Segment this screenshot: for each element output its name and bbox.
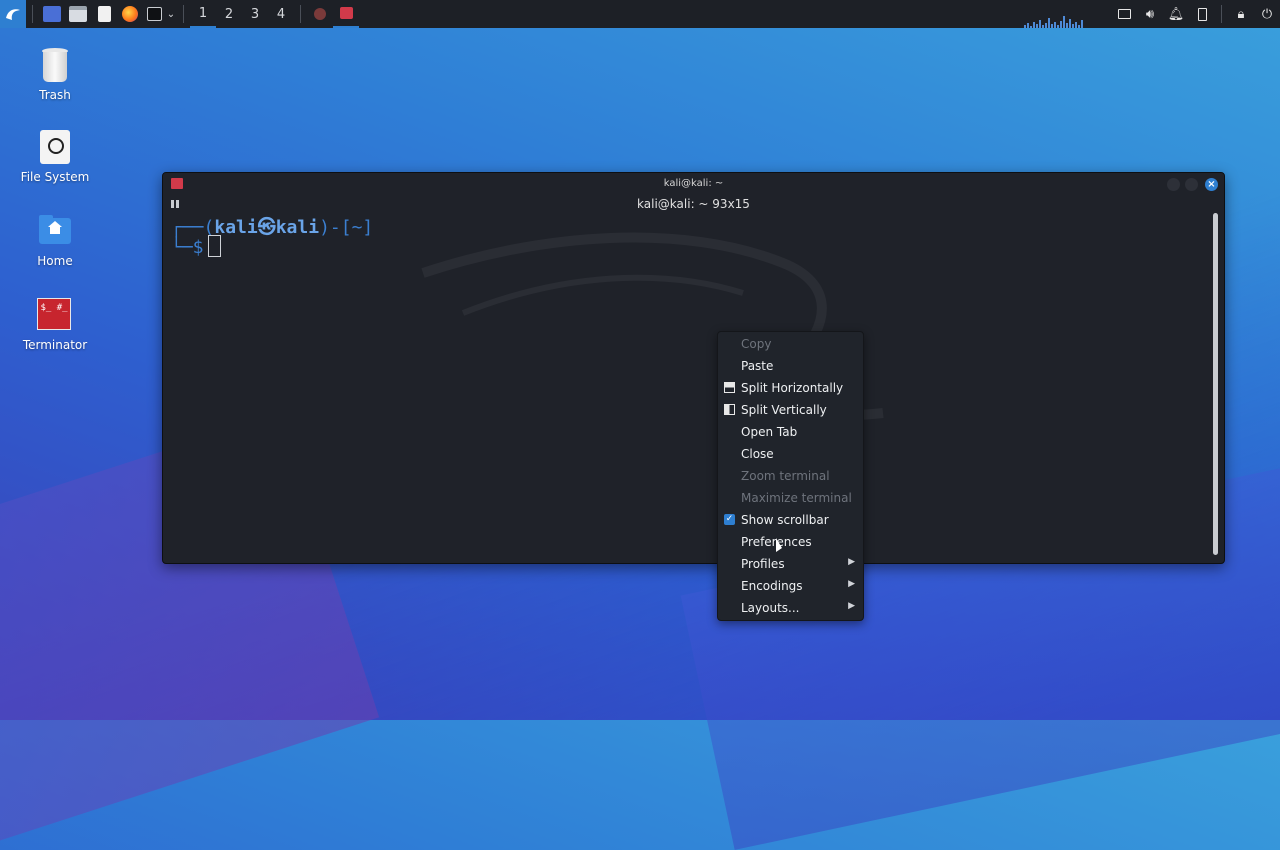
logout-icon[interactable]: ⏻	[1260, 7, 1274, 22]
terminal-header: kali@kali: ~ 93x15	[637, 197, 750, 211]
terminator-icon	[339, 7, 353, 19]
folder-icon	[69, 6, 87, 22]
terminal-scrollbar[interactable]	[1213, 213, 1218, 555]
launcher-dropdown-button[interactable]: ⌄	[165, 0, 177, 28]
desktop-item-label: Trash	[39, 88, 71, 102]
split-vertical-icon	[724, 404, 735, 415]
prompt-line-2: └─$	[171, 235, 221, 258]
panel-separator	[32, 5, 33, 23]
submenu-arrow-icon: ▶	[848, 579, 855, 589]
volume-icon[interactable]: 🔊︎	[1143, 7, 1157, 22]
show-desktop-button[interactable]	[39, 0, 65, 28]
chevron-down-icon: ⌄	[166, 8, 176, 20]
menu-item-label: Paste	[741, 359, 774, 373]
panel-separator	[183, 5, 184, 23]
menu-item-layouts[interactable]: Layouts... ▶	[718, 597, 863, 619]
menu-item-label: Maximize terminal	[741, 491, 852, 505]
menu-item-close[interactable]: Close	[718, 443, 863, 465]
trash-icon	[37, 46, 73, 82]
display-icon[interactable]	[1117, 7, 1131, 21]
prompt-path: )-[~]	[319, 217, 374, 238]
text-editor-button[interactable]	[91, 0, 117, 28]
submenu-arrow-icon: ▶	[848, 557, 855, 567]
system-tray: 🔊︎ 🔔︎ 🔒︎ ⏻	[1117, 0, 1274, 28]
menu-item-label: Open Tab	[741, 425, 798, 439]
prompt-user-host: kali㉿kali	[214, 217, 320, 238]
menu-item-preferences[interactable]: Preferences	[718, 531, 863, 553]
menu-item-label: Split Horizontally	[741, 381, 844, 395]
menu-item-profiles[interactable]: Profiles ▶	[718, 553, 863, 575]
close-button[interactable]: ×	[1205, 178, 1218, 191]
desktop-home[interactable]: Home	[10, 212, 100, 268]
menu-item-maximize-terminal[interactable]: Maximize terminal	[718, 487, 863, 509]
file-manager-button[interactable]	[65, 0, 91, 28]
panel-separator	[300, 5, 301, 23]
home-folder-icon	[37, 212, 73, 248]
desktop-trash[interactable]: Trash	[10, 46, 100, 102]
menu-item-label: Profiles	[741, 557, 785, 571]
menu-item-show-scrollbar[interactable]: ✓ Show scrollbar	[718, 509, 863, 531]
menu-item-label: Zoom terminal	[741, 469, 830, 483]
menu-item-encodings[interactable]: Encodings ▶	[718, 575, 863, 597]
checkbox-checked-icon: ✓	[724, 514, 735, 525]
firefox-icon	[122, 6, 138, 22]
menu-item-label: Copy	[741, 337, 772, 351]
text-editor-icon	[97, 6, 111, 22]
taskbar-firefox-window[interactable]	[307, 0, 333, 28]
drive-icon	[37, 128, 73, 164]
firefox-button[interactable]	[117, 0, 143, 28]
cpu-graph	[1024, 14, 1100, 28]
panel-separator	[1221, 5, 1222, 23]
kali-menu-button[interactable]	[0, 0, 26, 28]
window-titlebar[interactable]: kali@kali: ~ ×	[163, 173, 1224, 195]
menu-item-label: Split Vertically	[741, 403, 827, 417]
desktop-item-label: Home	[37, 254, 73, 268]
desktop-file-system[interactable]: File System	[10, 128, 100, 184]
kali-dragon-icon	[6, 9, 20, 20]
taskbar-terminator-window[interactable]	[333, 0, 359, 28]
text-cursor	[207, 235, 221, 257]
workspace-4[interactable]: 4	[268, 0, 294, 28]
menu-item-label: Encodings	[741, 579, 803, 593]
terminal-launcher-button[interactable]	[143, 0, 165, 28]
menu-item-paste[interactable]: Paste	[718, 355, 863, 377]
terminal-context-menu: Copy Paste Split Horizontally Split Vert…	[717, 331, 864, 621]
desktop-icon	[43, 6, 61, 22]
firefox-icon	[314, 8, 326, 20]
window-title: kali@kali: ~	[663, 178, 724, 189]
prompt-symbol: └─$	[171, 237, 204, 258]
menu-item-label: Show scrollbar	[741, 513, 829, 527]
menu-item-zoom-terminal[interactable]: Zoom terminal	[718, 465, 863, 487]
terminal-icon	[146, 7, 162, 21]
terminal-content[interactable]: ┌──(kali㉿kali)-[~] └─$	[171, 213, 1208, 557]
top-panel: ⌄ 1 2 3 4 🔊︎ 🔔︎ 🔒︎ ⏻	[0, 0, 1280, 28]
maximize-button[interactable]	[1185, 178, 1198, 191]
menu-item-label: Close	[741, 447, 774, 461]
menu-item-split-horizontally[interactable]: Split Horizontally	[718, 377, 863, 399]
split-horizontal-icon	[724, 382, 735, 393]
terminator-icon: $_ #_	[37, 296, 73, 332]
terminator-window: kali@kali: ~ × kali@kali: ~ 93x15 ┌──(ka…	[162, 172, 1225, 564]
menu-item-split-vertically[interactable]: Split Vertically	[718, 399, 863, 421]
workspace-3[interactable]: 3	[242, 0, 268, 28]
desktop-item-label: Terminator	[22, 338, 88, 352]
lock-screen-icon[interactable]: 🔒︎	[1234, 7, 1248, 22]
minimize-button[interactable]	[1167, 178, 1180, 191]
notification-bell-icon[interactable]: 🔔︎	[1168, 7, 1185, 22]
workspace-2[interactable]: 2	[216, 0, 242, 28]
desktop-terminator[interactable]: $_ #_ Terminator	[10, 296, 100, 352]
submenu-arrow-icon: ▶	[848, 601, 855, 611]
workspace-1[interactable]: 1	[190, 0, 216, 28]
power-battery-icon[interactable]	[1195, 7, 1209, 21]
menu-item-copy[interactable]: Copy	[718, 333, 863, 355]
menu-item-open-tab[interactable]: Open Tab	[718, 421, 863, 443]
mouse-pointer-icon	[776, 538, 782, 552]
desktop-item-label: File System	[20, 170, 90, 184]
menu-item-label: Layouts...	[741, 601, 800, 615]
